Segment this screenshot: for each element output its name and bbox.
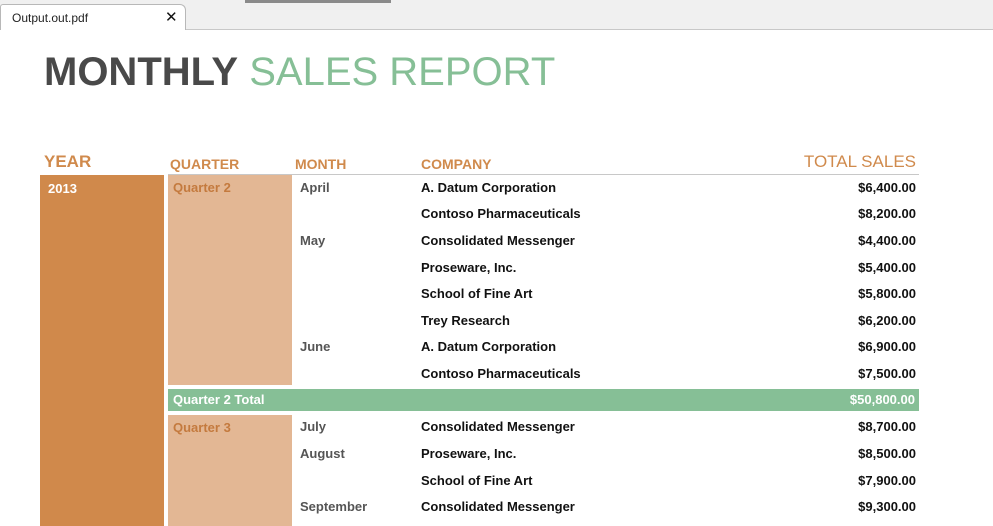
table-row-amount: $8,500.00 xyxy=(858,446,916,461)
table-row-company: Contoso Pharmaceuticals xyxy=(421,206,581,221)
table-row-company: A. Datum Corporation xyxy=(421,180,557,195)
quarter-2-cell: Quarter 2 xyxy=(168,175,292,385)
table-row-amount: $6,900.00 xyxy=(858,339,916,354)
table-row-company: Proseware, Inc. xyxy=(421,446,517,461)
close-icon[interactable]: ✕ xyxy=(165,8,178,26)
year-cell: 2013 xyxy=(40,175,164,526)
table-row-amount: $8,700.00 xyxy=(858,419,916,434)
header-total-sales: TOTAL SALES xyxy=(803,152,916,171)
table-row-amount: $6,200.00 xyxy=(858,313,916,328)
table-row-company: A. Datum Corporation xyxy=(421,339,557,354)
table-row-month: July xyxy=(300,419,327,434)
table-row-amount: $8,200.00 xyxy=(858,206,916,221)
table-row-amount: $5,400.00 xyxy=(858,260,916,275)
table-row-amount: $4,400.00 xyxy=(858,233,916,248)
table-row-amount: $5,800.00 xyxy=(858,286,916,301)
quarter-3-label: Quarter 3 xyxy=(173,420,231,435)
table-row-amount: $6,400.00 xyxy=(858,180,916,195)
table-row-month: June xyxy=(300,339,331,354)
table-row-month: September xyxy=(300,499,368,514)
table-row-company: Consolidated Messenger xyxy=(421,233,575,248)
report-title: MONTHLY SALES REPORT xyxy=(44,48,555,96)
viewer-tab-bar: Output.out.pdf ✕ xyxy=(0,0,993,30)
quarter-2-total-value: $50,800.00 xyxy=(849,392,915,407)
table-row-amount: $7,500.00 xyxy=(858,366,916,381)
quarter-2-total-label: Quarter 2 Total xyxy=(173,392,265,407)
table-row-company: Consolidated Messenger xyxy=(421,419,575,434)
header-quarter: QUARTER xyxy=(170,156,240,172)
quarter-2-label: Quarter 2 xyxy=(173,180,231,195)
report-title-light: SALES REPORT xyxy=(249,50,556,94)
table-row-month: May xyxy=(300,233,326,248)
quarter-3-cell: Quarter 3 xyxy=(168,415,292,526)
table-row-company: Contoso Pharmaceuticals xyxy=(421,366,581,381)
table-row-company: School of Fine Art xyxy=(421,473,533,488)
header-company: COMPANY xyxy=(421,156,492,172)
report-title-bold: MONTHLY xyxy=(44,50,239,94)
table-row-company: Trey Research xyxy=(421,313,510,328)
header-year: YEAR xyxy=(44,152,92,171)
quarter-2-total-row: Quarter 2 Total $50,800.00 xyxy=(168,389,919,411)
table-row-amount: $7,900.00 xyxy=(858,473,916,488)
document-tab[interactable]: Output.out.pdf ✕ xyxy=(0,4,186,30)
table-row-company: School of Fine Art xyxy=(421,286,533,301)
table-row-month: August xyxy=(300,446,345,461)
table-row-company: Consolidated Messenger xyxy=(421,499,575,514)
year-label: 2013 xyxy=(48,181,77,196)
tab-title: Output.out.pdf xyxy=(12,11,89,25)
header-month: MONTH xyxy=(295,156,347,172)
table-row-amount: $9,300.00 xyxy=(858,499,916,514)
horizontal-scrollbar-thumb[interactable] xyxy=(245,0,391,3)
table-row-month: April xyxy=(300,180,330,195)
table-row-company: Proseware, Inc. xyxy=(421,260,517,275)
